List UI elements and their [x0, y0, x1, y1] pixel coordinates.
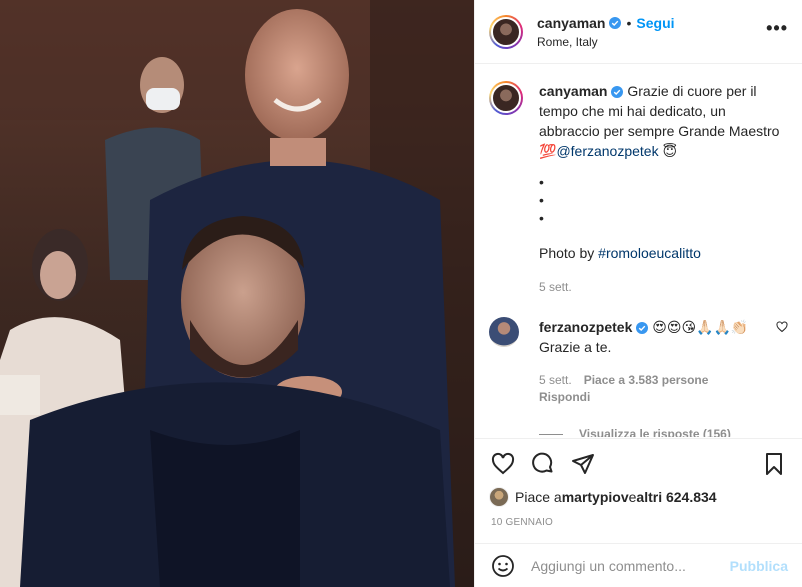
verified-icon — [609, 16, 622, 29]
comment-likes[interactable]: Piace a 3.583 persone — [584, 373, 709, 387]
share-icon[interactable] — [571, 452, 595, 476]
author-info: canyaman • Segui Rome, Italy — [537, 15, 766, 49]
comment-item: ferzanozpetek 😍😍😘🙏🏻🙏🏻👏🏻 Grazie a te. 5 s… — [489, 317, 788, 407]
reply-button[interactable]: Rispondi — [539, 387, 768, 407]
publish-button[interactable]: Pubblica — [730, 558, 788, 574]
caption-time[interactable]: 5 sett. — [539, 277, 788, 297]
commenter-avatar[interactable] — [489, 317, 519, 347]
actions-section: Piace a martypiov e altri 624.834 10 GEN… — [475, 438, 802, 528]
caption-dots: • • • — [539, 174, 544, 226]
caption-avatar[interactable] — [489, 81, 523, 115]
comment-text: Grazie a te. — [539, 339, 612, 355]
bookmark-icon[interactable] — [762, 452, 786, 476]
emoji-icon[interactable] — [491, 554, 515, 578]
replies-divider-line — [539, 433, 563, 435]
add-comment-bar: Aggiungi un commento... Pubblica — [475, 543, 802, 587]
heart-icon[interactable] — [491, 452, 515, 476]
others-likes[interactable]: altri 624.834 — [636, 489, 716, 505]
post-location[interactable]: Rome, Italy — [537, 35, 766, 49]
follow-button[interactable]: Segui — [636, 15, 674, 31]
author-avatar[interactable] — [489, 14, 523, 49]
caption: canyaman Grazie di cuore per il tempo ch… — [489, 81, 788, 297]
comment-input[interactable]: Aggiungi un commento... — [531, 558, 730, 574]
post-side-panel: canyaman • Segui Rome, Italy ••• canyama… — [474, 0, 802, 587]
caption-username[interactable]: canyaman — [539, 83, 607, 99]
comment-time[interactable]: 5 sett. — [539, 373, 572, 387]
hashtag-link[interactable]: #romoloeucalitto — [598, 245, 701, 261]
comment-emojis: 😍😍😘🙏🏻🙏🏻👏🏻 — [652, 319, 749, 335]
post-header: canyaman • Segui Rome, Italy ••• — [475, 0, 802, 64]
photo-credit: Photo by #romoloeucalitto — [539, 245, 701, 261]
verified-icon — [611, 86, 624, 99]
separator-dot: • — [626, 14, 632, 31]
mention-link[interactable]: @ferzanozpetek — [556, 143, 658, 159]
author-username[interactable]: canyaman — [537, 15, 605, 31]
post-photo[interactable] — [0, 0, 474, 587]
liker-username[interactable]: martypiov — [562, 489, 629, 505]
comment-like-heart-icon[interactable] — [776, 321, 788, 333]
emoji-halo: 😇 — [662, 143, 678, 159]
likes-summary[interactable]: Piace a martypiov e altri 624.834 — [489, 487, 786, 507]
more-options-icon[interactable]: ••• — [766, 18, 788, 39]
commenter-username[interactable]: ferzanozpetek — [539, 319, 632, 335]
post-image — [0, 0, 474, 587]
view-replies-button[interactable]: Visualizza le risposte (156) — [539, 427, 788, 437]
emoji-100: 💯 — [539, 143, 557, 159]
liker-avatar — [489, 487, 509, 507]
comments-section: canyaman Grazie di cuore per il tempo ch… — [475, 65, 802, 437]
verified-icon — [636, 322, 649, 335]
post-date[interactable]: 10 GENNAIO — [491, 517, 786, 528]
comment-icon[interactable] — [531, 452, 555, 476]
